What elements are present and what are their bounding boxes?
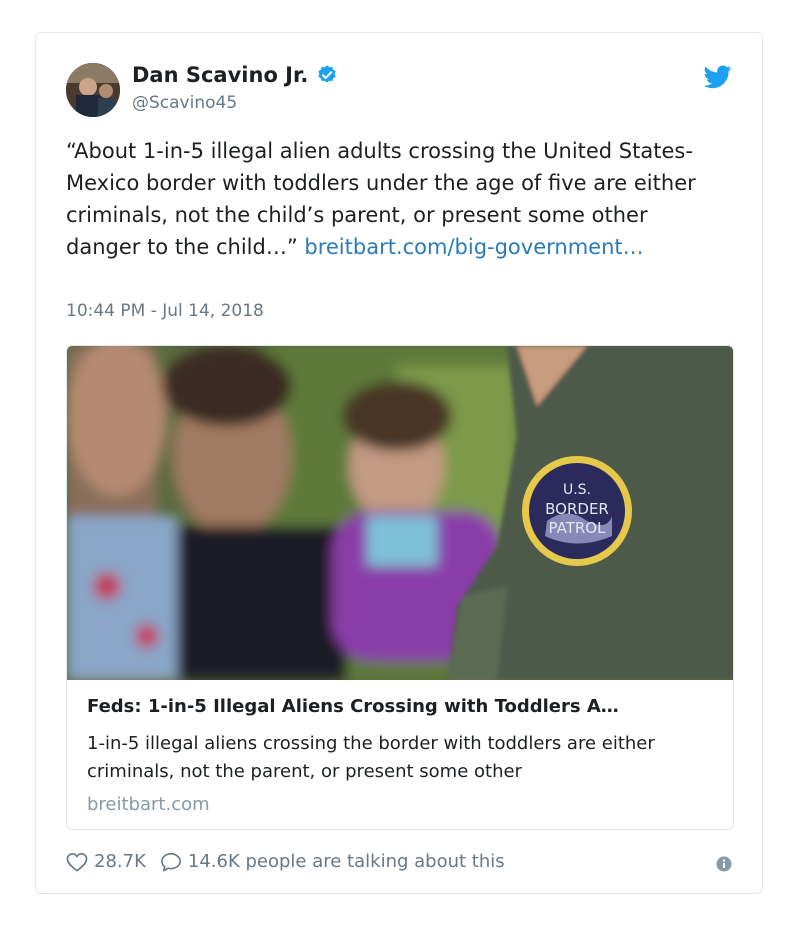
- comment-icon[interactable]: [160, 852, 182, 872]
- like-count[interactable]: 28.7K: [94, 851, 146, 872]
- patch-text-bot: PATROL: [549, 519, 607, 537]
- link-card-image[interactable]: U.S. BORDER PATROL: [67, 346, 734, 680]
- tweet-link[interactable]: breitbart.com/big-government…: [304, 235, 643, 259]
- patch-text-top: U.S.: [563, 482, 591, 498]
- tweet-text: “About 1-in-5 illegal alien adults cross…: [66, 135, 726, 263]
- link-card-title[interactable]: Feds: 1-in-5 Illegal Aliens Crossing wit…: [87, 696, 717, 717]
- twitter-bird-icon[interactable]: [704, 65, 732, 89]
- avatar[interactable]: [66, 63, 120, 117]
- author-handle[interactable]: @Scavino45: [132, 93, 237, 113]
- info-icon[interactable]: [716, 856, 732, 872]
- border-patrol-patch: U.S. BORDER PATROL: [522, 456, 632, 566]
- heart-icon[interactable]: [66, 852, 88, 872]
- author-name[interactable]: Dan Scavino Jr.: [132, 63, 308, 87]
- patch-text-mid: BORDER: [545, 500, 609, 518]
- author-name-row[interactable]: Dan Scavino Jr.: [132, 63, 338, 87]
- tweet-timestamp[interactable]: 10:44 PM - Jul 14, 2018: [66, 301, 264, 321]
- link-card-description: 1-in-5 illegal aliens crossing the borde…: [87, 733, 655, 782]
- link-card[interactable]: U.S. BORDER PATROL Feds: 1-in-5 Illegal …: [66, 345, 734, 830]
- talking-count[interactable]: 14.6K people are talking about this: [188, 851, 505, 872]
- link-card-domain: breitbart.com: [87, 794, 210, 815]
- verified-icon: [318, 65, 337, 83]
- tweet-card: Dan Scavino Jr. @Scavino45 “About 1-in-5…: [35, 32, 763, 894]
- tweet-actions: 28.7K 14.6K people are talking about thi…: [66, 851, 505, 872]
